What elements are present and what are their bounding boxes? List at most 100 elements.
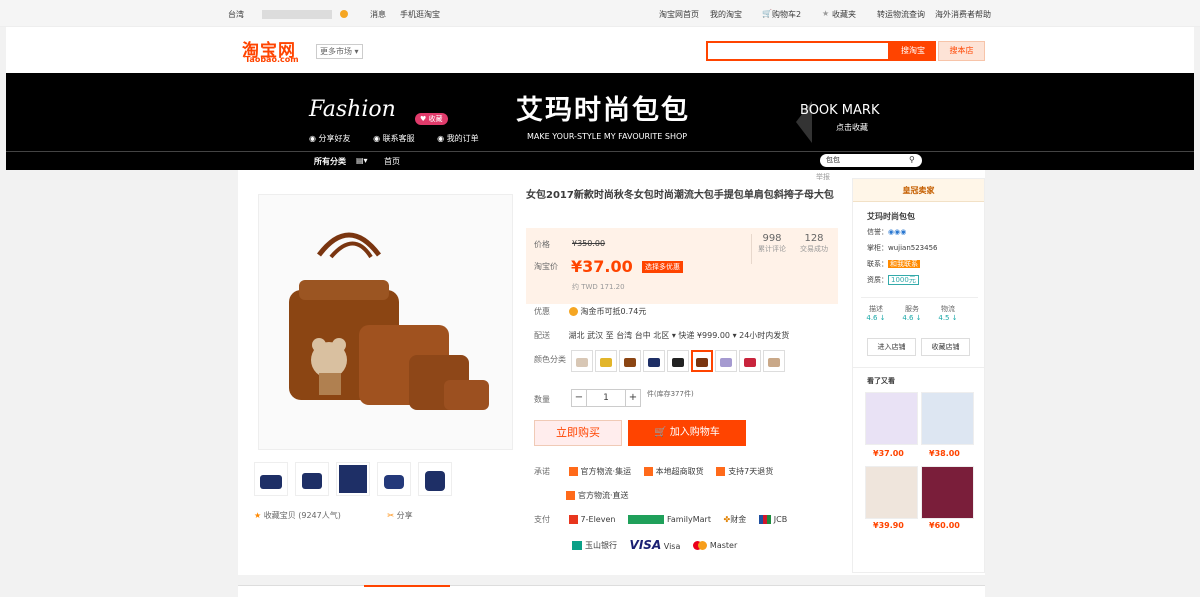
promise-store-pickup: 本地超商取货 [643,466,704,477]
pay-caijin: ✤财金 [724,514,747,525]
cart-link[interactable]: 购物车2 [772,9,801,20]
search-shop-button[interactable]: 搜本店 [938,41,985,61]
search-input[interactable] [706,41,890,61]
wangwang-row: 掌柜：wujian523456 [867,243,938,253]
price-label: 价格 [534,240,550,249]
also-seen-item-3[interactable] [865,466,918,519]
nav-home[interactable]: 首页 [384,156,400,167]
swatch-yellow[interactable] [595,350,617,372]
cargo-link[interactable]: 转运物流查询 [877,9,925,20]
contact-button[interactable]: 和我联系 [888,260,920,268]
pay-7eleven: 7-Eleven [568,515,616,524]
thumbnail-2[interactable] [295,462,329,496]
qty-decrease-button[interactable]: − [571,389,587,407]
seller-level-header: 皇冠卖家 [853,179,984,202]
credit-label: 信誉： [867,228,888,236]
deposit-badge[interactable]: 1000元 [888,275,919,285]
swatch-red[interactable] [739,350,761,372]
favorites-link[interactable]: 收藏夹 [832,9,856,20]
favorite-shop-pill[interactable]: ♥ 收藏 [415,113,448,125]
original-price: ¥350.00 [572,239,606,248]
swatch-tan[interactable] [763,350,785,372]
swatch-lavender[interactable] [715,350,737,372]
logistics-icon [566,491,575,500]
swatch-beige[interactable] [571,350,593,372]
mobile-link[interactable]: 手机逛淘宝 [400,9,440,20]
swatch-navy[interactable] [643,350,665,372]
share-icon: ✂ [387,511,395,520]
add-to-cart-button[interactable]: 🛒 加入购物车 [628,420,746,446]
ship-fee: 快递 ¥999.00 [678,331,731,340]
qty-input[interactable]: 1 [587,389,625,407]
pay1-label: 7-Eleven [580,515,616,524]
taobao-logo-sub: Taobao.com [245,55,299,64]
promise-official-consolidation: 官方物流·集运 [568,466,631,477]
qty-increase-button[interactable]: + [625,389,641,407]
also-seen-price-1: ¥37.00 [873,449,904,458]
review-label: 累计评论 [758,245,786,253]
bookmark-sub[interactable]: 点击收藏 [836,122,868,133]
thumbnail-strip [254,462,459,498]
logistics-icon [568,467,578,476]
add-to-cart-label: 加入购物车 [669,427,720,438]
thumbnail-3[interactable] [336,462,370,496]
thumbnail-1[interactable] [254,462,288,496]
taobao-home-link[interactable]: 淘宝网首页 [659,9,699,20]
serv-score: 4.6 ↓ [902,314,922,322]
username-blurred[interactable] [262,10,332,19]
also-seen-item-2[interactable] [921,392,974,445]
nav-all-categories[interactable]: 所有分类 [314,156,346,167]
taojinbi-icon [568,307,578,316]
promise-7day-return: 支持7天退货 [716,466,773,477]
pay-familymart: FamilyMart [628,515,711,524]
seller-name[interactable]: 艾玛时尚包包 [867,211,915,222]
logistics-rating: 物流 4.5 ↓ [933,304,963,322]
shop-search-input[interactable]: 包包 [820,154,922,167]
swatch-black[interactable] [667,350,689,372]
messages-link[interactable]: 消息 [370,9,386,20]
thumbnail-4[interactable] [377,462,411,496]
tab-active-indicator[interactable] [364,585,450,587]
product-title: 女包2017新款时尚秋冬女包时尚潮流大包手提包单肩包斜挎子母大包 [526,190,834,201]
logi-label: 物流 [941,305,955,313]
help-link[interactable]: 海外消费者帮助 [935,9,991,20]
shop-banner: Fashion ♥ 收藏 ◉ 分享好友 ◉ 联系客服 ◉ 我的订单 艾玛时尚包包… [6,73,1194,170]
enter-shop-button[interactable]: 进入店铺 [867,338,916,356]
share-friends-link[interactable]: ◉ 分享好友 [309,134,361,143]
share-link[interactable]: 分享 [397,511,413,520]
also-seen-item-1[interactable] [865,392,918,445]
search-icon[interactable]: ⚲ [909,155,915,164]
nav-menu-icon[interactable]: ▤▾ [356,156,368,165]
shop-title: 艾玛时尚包包 [516,95,690,126]
cart-icon: 🛒 [654,427,667,438]
contact-service-link[interactable]: ◉ 联系客服 [373,134,425,143]
review-count: 998 [762,233,782,244]
pay5-label: 玉山银行 [585,540,617,550]
visa-logo: VISA [629,538,662,552]
fashion-wordmark: Fashion [309,97,396,122]
product-main-image[interactable] [258,194,513,450]
pay-mastercard: Master [692,540,737,550]
more-market-dropdown[interactable]: 更多市场 ▾ [316,44,363,59]
my-taobao-link[interactable]: 我的淘宝 [710,9,742,20]
search-taobao-button[interactable]: 搜淘宝 [890,41,936,61]
ship-to-selector[interactable]: 台湾 台中 北区 [616,331,669,340]
shop-nav: 所有分类 ▤▾ 首页 [6,151,1194,170]
favorite-shop-button[interactable]: 收藏店铺 [921,338,970,356]
pay3-label: 财金 [730,515,747,524]
region-selector[interactable]: 台湾 [228,9,244,20]
my-orders-link[interactable]: ◉ 我的订单 [437,134,489,143]
swatch-brown[interactable] [619,350,641,372]
bookmark-link[interactable]: BOOK MARK [800,103,879,118]
promo-tag[interactable]: 选择多优惠 [642,261,683,273]
report-link[interactable]: 举报 [816,172,830,182]
buy-now-button[interactable]: 立即购买 [534,420,622,446]
favorite-item-link[interactable]: 收藏宝贝 (9247人气) [264,511,341,520]
review-stat[interactable]: 998 累计评论 [752,233,792,254]
thumbnail-5[interactable] [418,462,452,496]
logi-score: 4.5 ↓ [938,314,958,322]
return-icon [716,467,726,476]
also-seen-item-4[interactable] [921,466,974,519]
swatch-brown-selected[interactable] [691,350,713,372]
store-icon [643,467,653,476]
